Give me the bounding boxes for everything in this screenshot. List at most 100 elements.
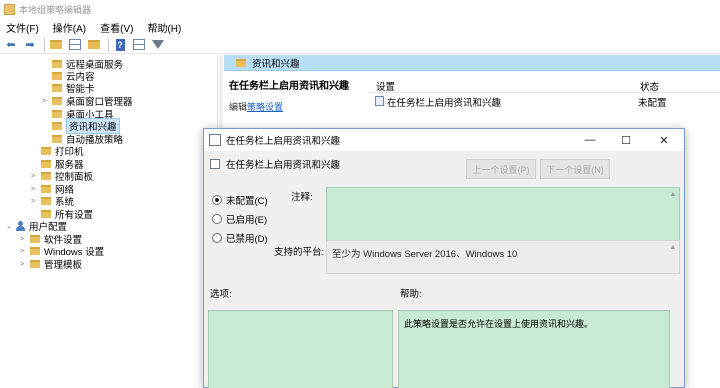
dialog-subtitle-row: 在任务栏上启用资讯和兴趣 [210, 157, 340, 171]
column-state[interactable]: 状态 [640, 79, 659, 93]
folder-icon [30, 247, 40, 255]
folder-icon [41, 185, 51, 193]
tree-item-label: 管理模板 [44, 260, 83, 271]
tree-item[interactable]: 打印机 [31, 145, 84, 158]
help-text: 此策略设置是否允许在设置上使用资讯和兴趣。 [404, 319, 594, 329]
folder-icon [30, 235, 40, 243]
scroll-up-icon[interactable]: ▲ [669, 191, 677, 201]
comment-textarea[interactable]: ▲ [326, 187, 680, 241]
tree-expander-icon[interactable]: > [20, 261, 28, 268]
filter-icon[interactable] [150, 37, 166, 52]
tree-item[interactable]: > 系统 [31, 195, 75, 208]
options-box [208, 310, 393, 388]
tree-expander-icon[interactable]: > [31, 198, 39, 205]
folder-icon [52, 97, 62, 105]
dialog-titlebar: 在任务栏上启用资讯和兴趣 — ☐ ✕ [204, 129, 684, 151]
properties-icon[interactable] [131, 37, 147, 52]
next-setting-button[interactable]: 下一个设置(N) [540, 159, 610, 179]
policy-setting-icon [210, 159, 220, 169]
menu-file[interactable]: 文件(F) [6, 20, 39, 35]
tree-expander-icon[interactable]: > [31, 173, 39, 180]
tree-item-label: 智能卡 [66, 84, 95, 95]
window-title: 本地组策略编辑器 [19, 4, 92, 15]
options-label: 选项: [210, 289, 232, 300]
menu-view[interactable]: 查看(V) [100, 20, 133, 35]
radio-label: 未配置(C) [226, 196, 268, 207]
folder-icon [41, 210, 51, 218]
radio-not-configured[interactable]: 未配置(C) [212, 193, 268, 207]
policy-setting-icon [375, 96, 384, 106]
radio-button[interactable] [212, 233, 222, 243]
row-setting-name: 在任务栏上启用资讯和兴趣 [387, 98, 502, 109]
tree-expander-icon[interactable]: > [20, 248, 28, 255]
folder-icon [52, 60, 62, 68]
table-row[interactable]: 在任务栏上启用资讯和兴趣 未配置 [370, 94, 720, 109]
supported-on-label: 支持的平台: [274, 247, 325, 258]
tree-expander-icon[interactable]: > [31, 186, 39, 193]
minimize-icon[interactable]: — [572, 129, 608, 151]
list-header: 设置 状态 [370, 77, 720, 93]
policy-window-icon [209, 134, 221, 146]
tree-expander-icon[interactable]: > [20, 236, 28, 243]
radio-button[interactable] [212, 195, 222, 205]
tree-expander-icon[interactable]: > [42, 98, 50, 105]
menu-action[interactable]: 操作(A) [53, 20, 86, 35]
menu-bar: 文件(F) 操作(A) 查看(V) 帮助(H) [0, 18, 720, 36]
policy-dialog: 在任务栏上启用资讯和兴趣 — ☐ ✕ 在任务栏上启用资讯和兴趣 上一个设置(P)… [203, 128, 685, 388]
tree-item-user-config[interactable]: ⌄ 用户配置 [6, 220, 68, 233]
export-list-icon[interactable] [86, 37, 102, 52]
tree-item[interactable]: > 管理模板 [20, 258, 83, 271]
folder-icon [41, 197, 51, 205]
folder-icon [30, 260, 40, 268]
scroll-up-icon[interactable]: ▲ [669, 244, 677, 254]
close-icon[interactable]: ✕ [646, 129, 682, 151]
comment-label: 注释: [291, 192, 313, 203]
folder-icon [41, 160, 51, 168]
dialog-subtitle: 在任务栏上启用资讯和兴趣 [226, 160, 341, 171]
tree-item[interactable]: > Windows 设置 [20, 245, 105, 258]
toolbar: ⬅ ➡ ? [0, 36, 720, 54]
tree-item[interactable]: > 控制面板 [31, 170, 94, 183]
folder-open-icon [52, 122, 62, 130]
tree-item-label: 用户配置 [29, 222, 68, 233]
toolbar-divider [108, 37, 109, 52]
dialog-title: 在任务栏上启用资讯和兴趣 [226, 136, 341, 147]
radio-enabled[interactable]: 已启用(E) [212, 212, 267, 226]
panel-header-title: 资讯和兴趣 [252, 58, 300, 70]
radio-label: 已禁用(D) [226, 234, 268, 245]
window-titlebar: 本地组策略编辑器 [0, 0, 720, 18]
radio-button[interactable] [212, 214, 222, 224]
show-hide-tree-icon[interactable] [67, 37, 83, 52]
folder-icon [236, 58, 246, 67]
help-label: 帮助: [400, 289, 422, 300]
tree-item-label: Windows 设置 [44, 247, 105, 258]
supported-on-field: 至少为 Windows Server 2016、Windows 10 ▲ [326, 240, 680, 274]
help-icon[interactable]: ? [112, 37, 128, 52]
folder-icon [41, 147, 51, 155]
user-icon [16, 221, 25, 231]
tree-item-label: 系统 [55, 197, 75, 208]
tree-item[interactable]: 智能卡 [42, 82, 95, 95]
tree-item-label: 控制面板 [55, 172, 94, 183]
radio-disabled[interactable]: 已禁用(D) [212, 231, 268, 245]
panel-header: 资讯和兴趣 [224, 55, 720, 71]
navigation-tree: 远程桌面服务 云内容 智能卡 > 桌面窗口管理器 桌面小工具 资讯和兴趣 自动播… [0, 55, 218, 388]
previous-setting-button[interactable]: 上一个设置(P) [466, 159, 536, 179]
policy-title: 在任务栏上启用资讯和兴趣 [229, 81, 349, 92]
supported-on-value: 至少为 Windows Server 2016、Windows 10 [332, 249, 518, 260]
tree-expander-icon[interactable]: ⌄ [6, 222, 14, 230]
up-folder-icon[interactable] [48, 37, 64, 52]
radio-label: 已启用(E) [226, 215, 268, 226]
forward-arrow-icon[interactable]: ➡ [22, 37, 38, 52]
tree-item-news-interests[interactable]: 资讯和兴趣 [42, 118, 120, 134]
help-text-box: 此策略设置是否允许在设置上使用资讯和兴趣。 [398, 310, 670, 388]
tree-item[interactable]: > 桌面窗口管理器 [42, 95, 133, 108]
column-setting[interactable]: 设置 [376, 79, 395, 93]
edit-line: 编辑策略设置 [229, 100, 365, 113]
folder-icon [41, 172, 51, 180]
toolbar-divider [44, 37, 45, 52]
maximize-icon[interactable]: ☐ [608, 129, 644, 151]
menu-help[interactable]: 帮助(H) [147, 20, 181, 35]
edit-policy-link[interactable]: 策略设置 [247, 102, 283, 112]
back-arrow-icon[interactable]: ⬅ [3, 37, 19, 52]
